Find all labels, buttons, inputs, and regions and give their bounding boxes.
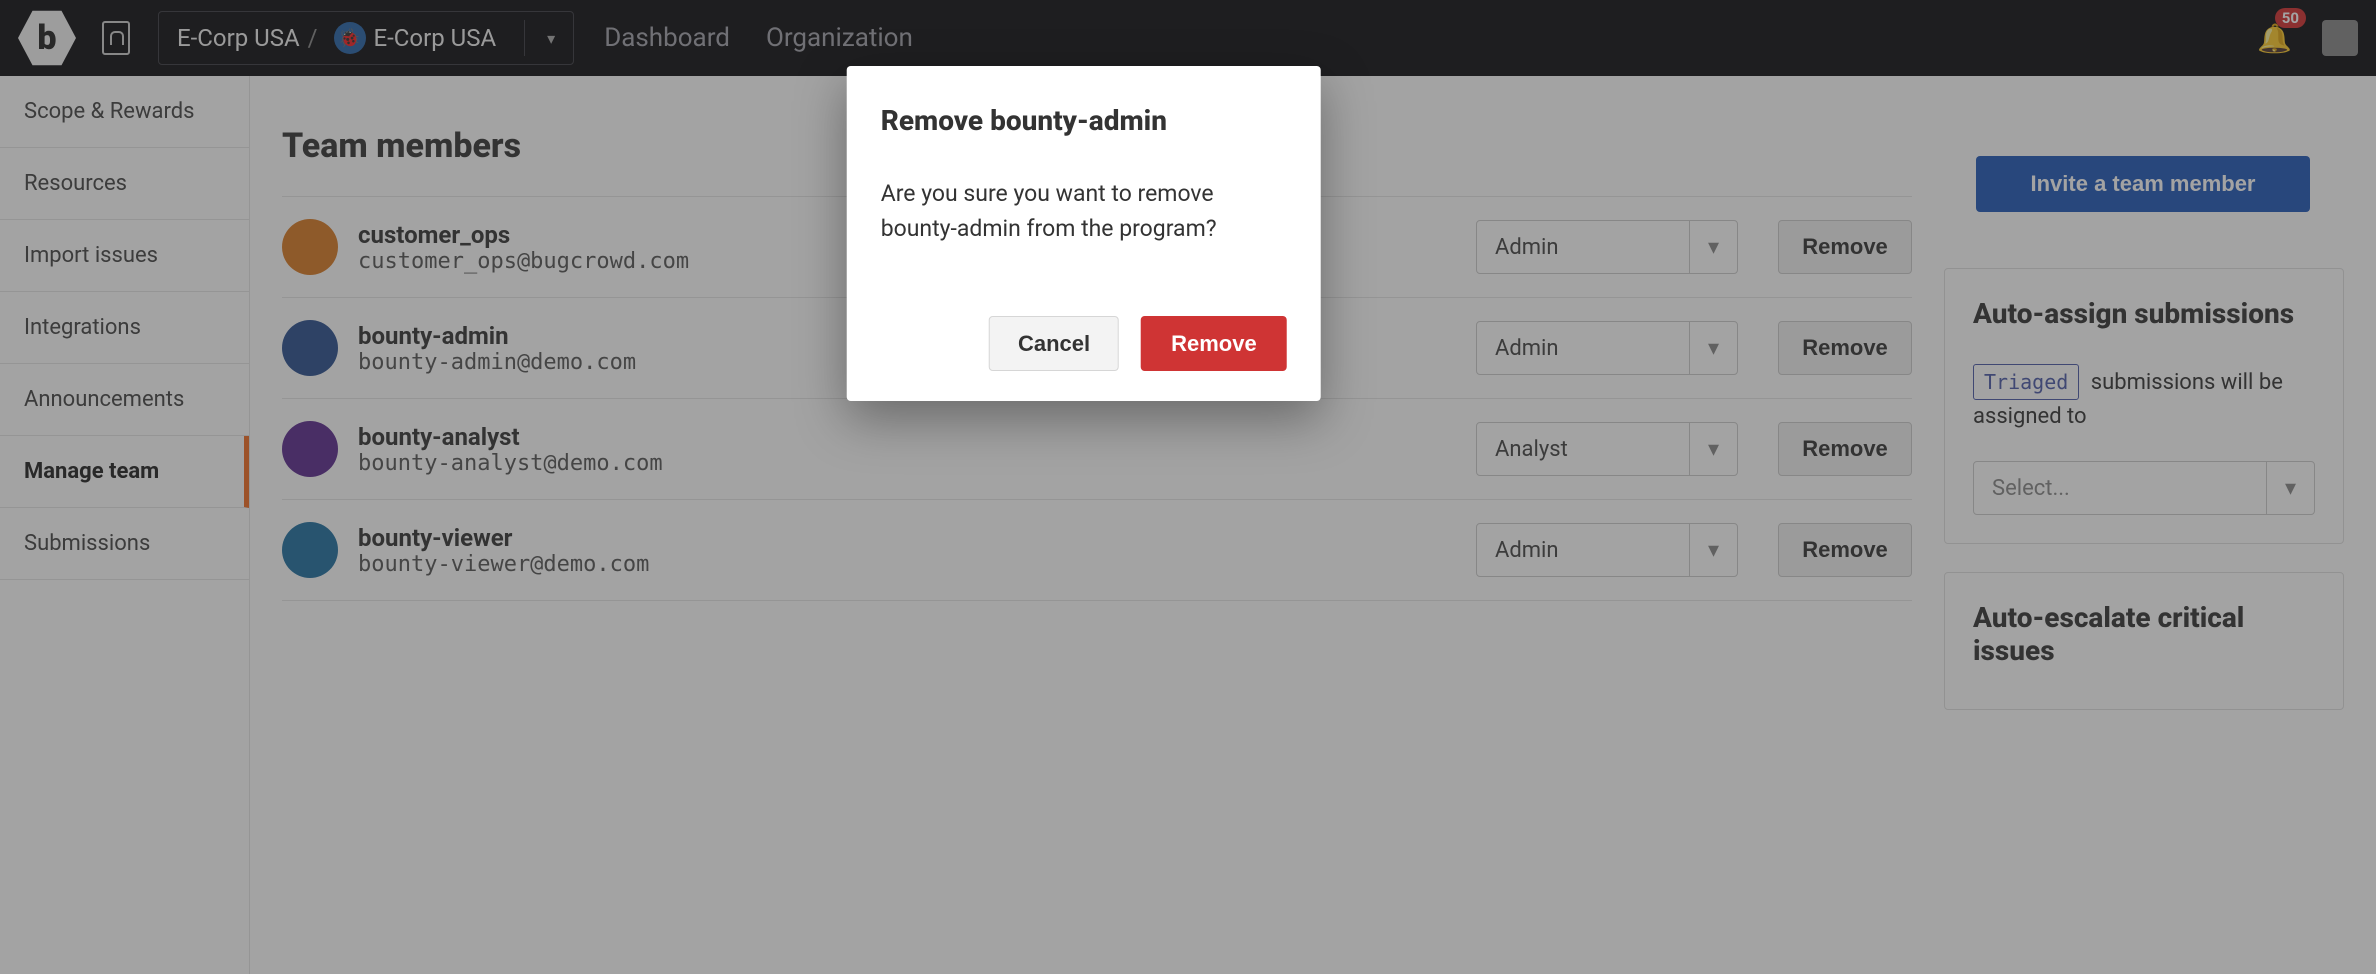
modal-body: Are you sure you want to remove bounty-a…	[881, 177, 1287, 246]
remove-member-modal: Remove bounty-admin Are you sure you wan…	[847, 66, 1321, 401]
confirm-remove-button[interactable]: Remove	[1141, 316, 1287, 371]
cancel-button[interactable]: Cancel	[989, 316, 1119, 371]
modal-title: Remove bounty-admin	[881, 104, 1287, 137]
